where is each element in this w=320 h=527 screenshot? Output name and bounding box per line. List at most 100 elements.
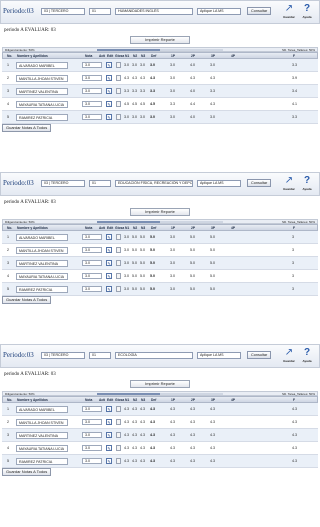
edit-pencil-icon[interactable]: ✎ (106, 247, 112, 253)
edit-pencil-icon[interactable]: ✎ (106, 273, 112, 279)
edit-pencil-icon[interactable]: ✎ (106, 445, 112, 451)
student-name-field[interactable]: MANTILLA JHOAN STIVEN (16, 247, 68, 254)
consultar-button[interactable]: Consultar (247, 7, 272, 15)
grado-select[interactable]: 03 | TERCERO (41, 8, 85, 15)
period-1-value: 4.3 (170, 459, 175, 463)
glosa-document-icon[interactable] (116, 247, 121, 253)
student-name-field[interactable]: RAMIREZ PATRICIA (16, 286, 68, 293)
edit-pencil-icon[interactable]: ✎ (106, 234, 112, 240)
asignatura-select[interactable]: HUMANIDADES INGLÉS (115, 8, 193, 15)
glosa-document-icon[interactable] (116, 273, 121, 279)
edit-pencil-icon[interactable]: ✎ (106, 286, 112, 292)
ayuda-icon-button[interactable]: ? Ayuda (299, 347, 315, 367)
period-2-value: 5.0 (190, 248, 195, 252)
grupo-select[interactable]: 01 (89, 180, 111, 187)
nota-input[interactable]: 3.0 (82, 273, 102, 279)
asignatura-select[interactable]: ECOLOGÍA (115, 352, 193, 359)
edit-pencil-icon[interactable]: ✎ (106, 432, 112, 438)
nota-input[interactable]: 3.0 (82, 432, 102, 438)
edit-pencil-icon[interactable]: ✎ (106, 62, 112, 68)
consultar-button[interactable]: Consultar (247, 179, 272, 187)
student-name-field[interactable]: MARTINEZ VALENTINA (16, 260, 68, 267)
glosa-document-icon[interactable] (116, 101, 121, 107)
docente-select[interactable]: Aplique LA MS (197, 8, 241, 15)
nota-input[interactable]: 3.0 (82, 458, 102, 464)
student-name-field[interactable]: RAMIREZ PATRICIA (16, 114, 68, 121)
student-name-field[interactable]: MAYAURIA TATIANA LUCIA (16, 273, 68, 280)
nota-input[interactable]: 3.0 (82, 247, 102, 253)
edit-pencil-icon[interactable]: ✎ (106, 114, 112, 120)
guardar-icon-button[interactable]: ↗ Guardar (281, 175, 297, 195)
student-name-field[interactable]: MANTILLA JHOAN STIVEN (16, 75, 68, 82)
nota-value: 4.3 (140, 407, 145, 411)
glosa-document-icon[interactable] (116, 88, 121, 94)
glosa-document-icon[interactable] (116, 286, 121, 292)
student-name-field[interactable]: ALVARADO MARIBEL (16, 234, 68, 241)
ayuda-icon-button[interactable]: ? Ayuda (299, 175, 315, 195)
progress-bar (97, 221, 223, 223)
docente-select[interactable]: Aplique LA MS (197, 180, 241, 187)
grado-select[interactable]: 03 | TERCERO (41, 180, 85, 187)
nota-input[interactable]: 3.0 (82, 260, 102, 266)
guardar-notas-todos-button[interactable]: Guardar Notas A Todos (2, 124, 52, 132)
student-name-field[interactable]: MAYAURIA TATIANA LUCIA (16, 101, 68, 108)
grupo-select[interactable]: 01 (89, 352, 111, 359)
nota-value: 3.0 (132, 63, 137, 67)
nota-input[interactable]: 3.0 (82, 75, 102, 81)
nota-input[interactable]: 3.0 (82, 286, 102, 292)
glosa-document-icon[interactable] (116, 62, 121, 68)
guardar-notas-todos-button[interactable]: Guardar Notas A Todos (2, 468, 52, 476)
edit-pencil-icon[interactable]: ✎ (106, 406, 112, 412)
student-name-field[interactable]: MAYAURIA TATIANA LUCIA (16, 445, 68, 452)
nota-value: 3.3 (124, 89, 129, 93)
edit-pencil-icon[interactable]: ✎ (106, 458, 112, 464)
nota-input[interactable]: 3.0 (82, 419, 102, 425)
nota-input[interactable]: 3.0 (82, 406, 102, 412)
student-name-field[interactable]: MANTILLA JHOAN STIVEN (16, 419, 68, 426)
nota-input[interactable]: 3.0 (82, 445, 102, 451)
edit-pencil-icon[interactable]: ✎ (106, 260, 112, 266)
glosa-document-icon[interactable] (116, 458, 121, 464)
docente-select[interactable]: Aplique LA MS (197, 352, 241, 359)
glosa-document-icon[interactable] (116, 406, 121, 412)
nota-input[interactable]: 3.0 (82, 234, 102, 240)
student-name-field[interactable]: RAMIREZ PATRICIA (16, 458, 68, 465)
student-name-field[interactable]: ALVARADO MARIBEL (16, 62, 68, 69)
nota-input[interactable]: 3.0 (82, 114, 102, 120)
glosa-document-icon[interactable] (116, 75, 121, 81)
period-2-value: 5.0 (190, 274, 195, 278)
consultar-button[interactable]: Consultar (247, 351, 272, 359)
nota-input[interactable]: 3.0 (82, 101, 102, 107)
guardar-icon-button[interactable]: ↗ Guardar (281, 3, 297, 23)
glosa-document-icon[interactable] (116, 260, 121, 266)
edit-pencil-icon[interactable]: ✎ (106, 88, 112, 94)
imprimir-reporte-button[interactable]: Imprimir Reporte (130, 36, 190, 44)
period-3-value: 3.0 (210, 63, 215, 67)
edit-pencil-icon[interactable]: ✎ (106, 75, 112, 81)
imprimir-reporte-button[interactable]: Imprimir Reporte (130, 380, 190, 388)
asignatura-select[interactable]: EDUCACIÓN FÍSICA, RECREACIÓN Y DEPO (115, 180, 193, 187)
glosa-document-icon[interactable] (116, 419, 121, 425)
guardar-notas-todos-button[interactable]: Guardar Notas A Todos (2, 296, 52, 304)
period-1-value: 4.3 (170, 433, 175, 437)
glosa-document-icon[interactable] (116, 432, 121, 438)
edit-pencil-icon[interactable]: ✎ (106, 419, 112, 425)
period-1-value: 3.0 (170, 76, 175, 80)
nota-value: 4.5 (132, 102, 137, 106)
student-name-field[interactable]: ALVARADO MARIBEL (16, 406, 68, 413)
ayuda-icon-button[interactable]: ? Ayuda (299, 3, 315, 23)
definitiva-value: 4.3 (150, 446, 155, 450)
nota-input[interactable]: 3.0 (82, 88, 102, 94)
imprimir-reporte-button[interactable]: Imprimir Reporte (130, 208, 190, 216)
guardar-icon-button[interactable]: ↗ Guardar (281, 347, 297, 367)
glosa-document-icon[interactable] (116, 234, 121, 240)
edit-pencil-icon[interactable]: ✎ (106, 101, 112, 107)
student-name-field[interactable]: MARTINEZ VALENTINA (16, 432, 68, 439)
nota-input[interactable]: 3.0 (82, 62, 102, 68)
glosa-document-icon[interactable] (116, 445, 121, 451)
period-3-value: 4.3 (210, 459, 215, 463)
student-name-field[interactable]: MARTINEZ VALENTINA (16, 88, 68, 95)
grupo-select[interactable]: 01 (89, 8, 111, 15)
glosa-document-icon[interactable] (116, 114, 121, 120)
grado-select[interactable]: 03 | TERCERO (41, 352, 85, 359)
